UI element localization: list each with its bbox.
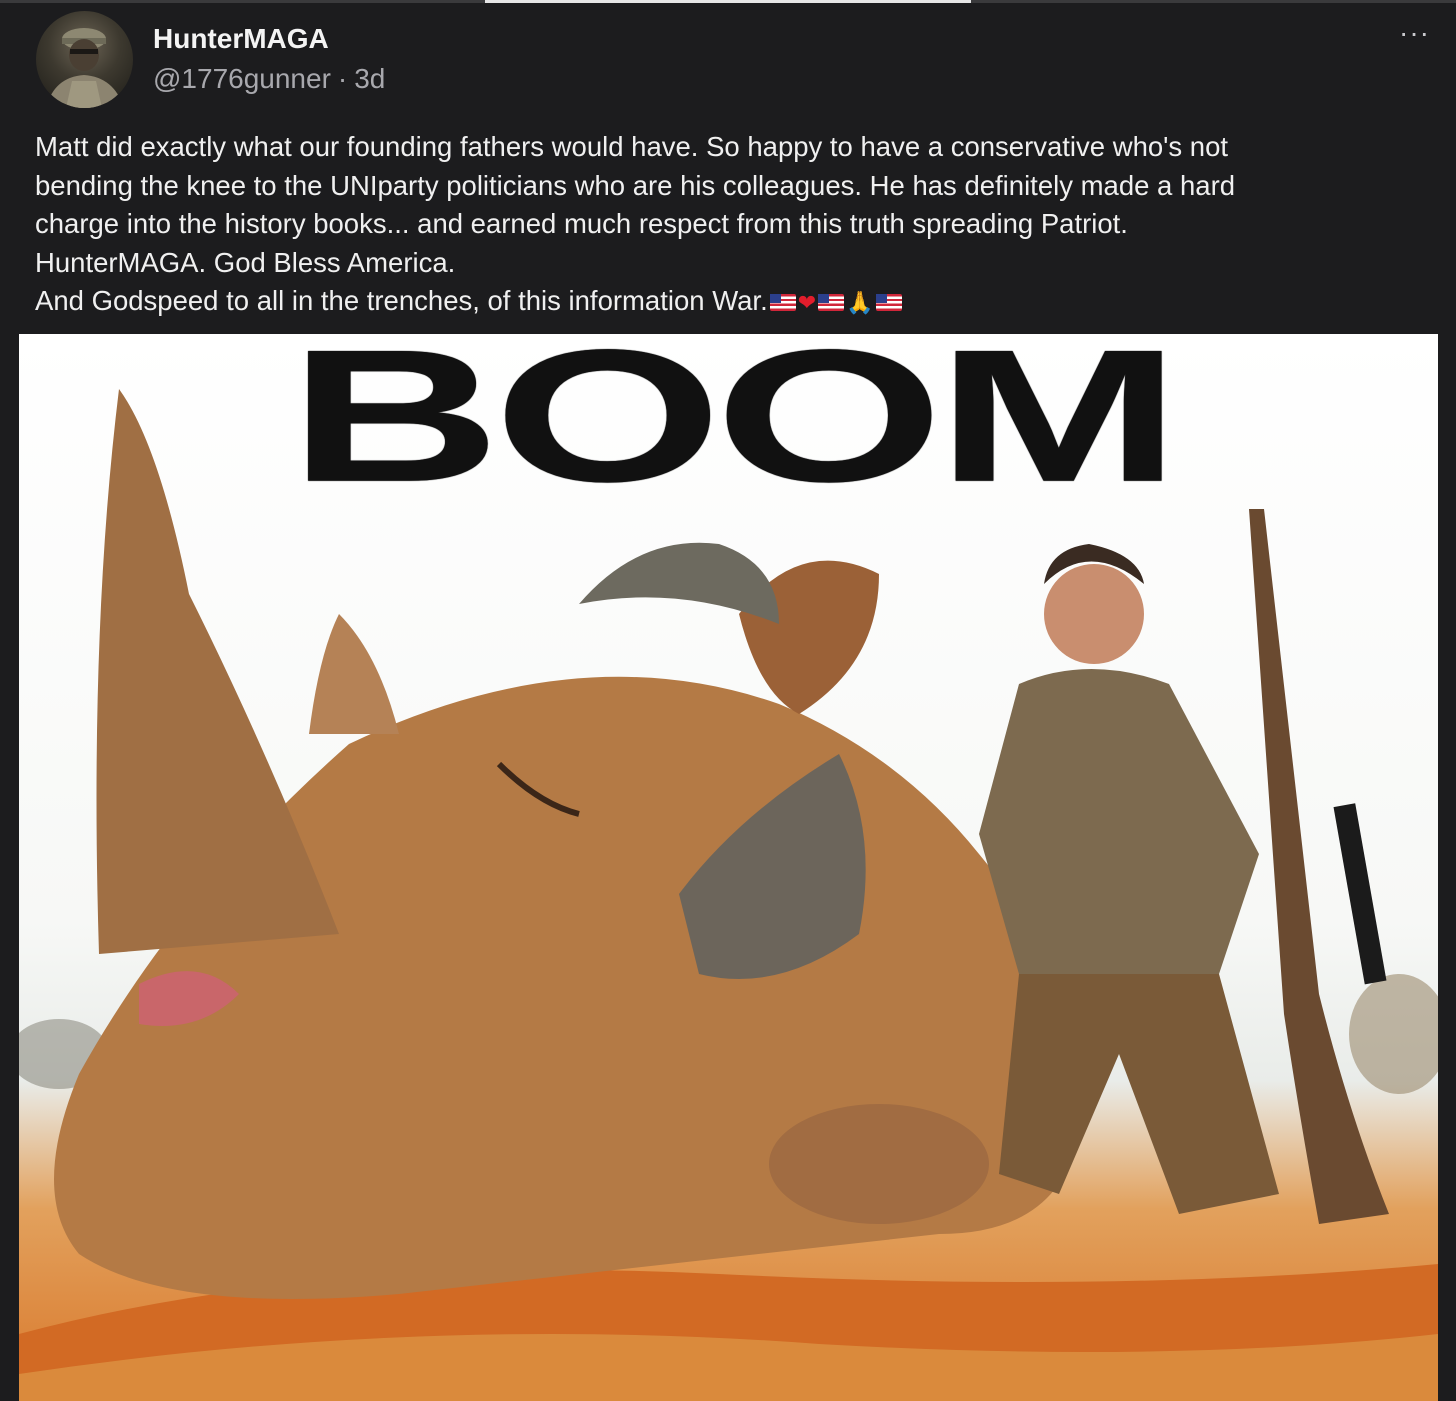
- more-horizontal-icon[interactable]: ···: [1399, 17, 1430, 49]
- post-line-last-text: And Godspeed to all in the trenches, of …: [35, 285, 768, 316]
- rifle: [1249, 509, 1389, 1224]
- post-line: charge into the history books... and ear…: [35, 208, 1128, 239]
- post-media-image[interactable]: BOOM: [19, 334, 1438, 1401]
- post-line-last: And Godspeed to all in the trenches, of …: [35, 282, 1425, 324]
- post-age[interactable]: 3d: [354, 63, 385, 94]
- folded-hands-icon: 🙏: [846, 291, 874, 316]
- hair-tuft: [579, 542, 779, 624]
- rhino-back-horn: [309, 614, 399, 734]
- flag-us-icon: [818, 294, 845, 311]
- rhino-leg: [769, 1104, 989, 1224]
- hunter-pants: [999, 974, 1279, 1214]
- bush: [1349, 974, 1438, 1094]
- post-body: Matt did exactly what our founding fathe…: [35, 128, 1425, 324]
- post-meta: @1776gunner · 3d: [153, 63, 385, 95]
- meta-separator: ·: [337, 63, 348, 94]
- red-heart-icon: ❤: [797, 291, 817, 316]
- rhino-front-horn: [96, 389, 339, 954]
- author-name[interactable]: HunterMAGA: [153, 23, 329, 55]
- post-line: bending the knee to the UNIparty politic…: [35, 169, 1236, 201]
- post-line: Matt did exactly what our founding fathe…: [35, 131, 1229, 162]
- flag-us-icon: [875, 294, 902, 311]
- avatar[interactable]: [36, 11, 133, 108]
- avatar-image: [46, 28, 124, 108]
- hunter-shirt: [979, 669, 1259, 974]
- flag-us-icon: [769, 294, 796, 311]
- hunter-head: [1044, 564, 1144, 664]
- meme-illustration: [19, 389, 1438, 1401]
- rifle-scope: [1333, 803, 1387, 985]
- post-line: HunterMAGA. God Bless America.: [35, 246, 456, 278]
- author-handle[interactable]: @1776gunner: [153, 63, 331, 94]
